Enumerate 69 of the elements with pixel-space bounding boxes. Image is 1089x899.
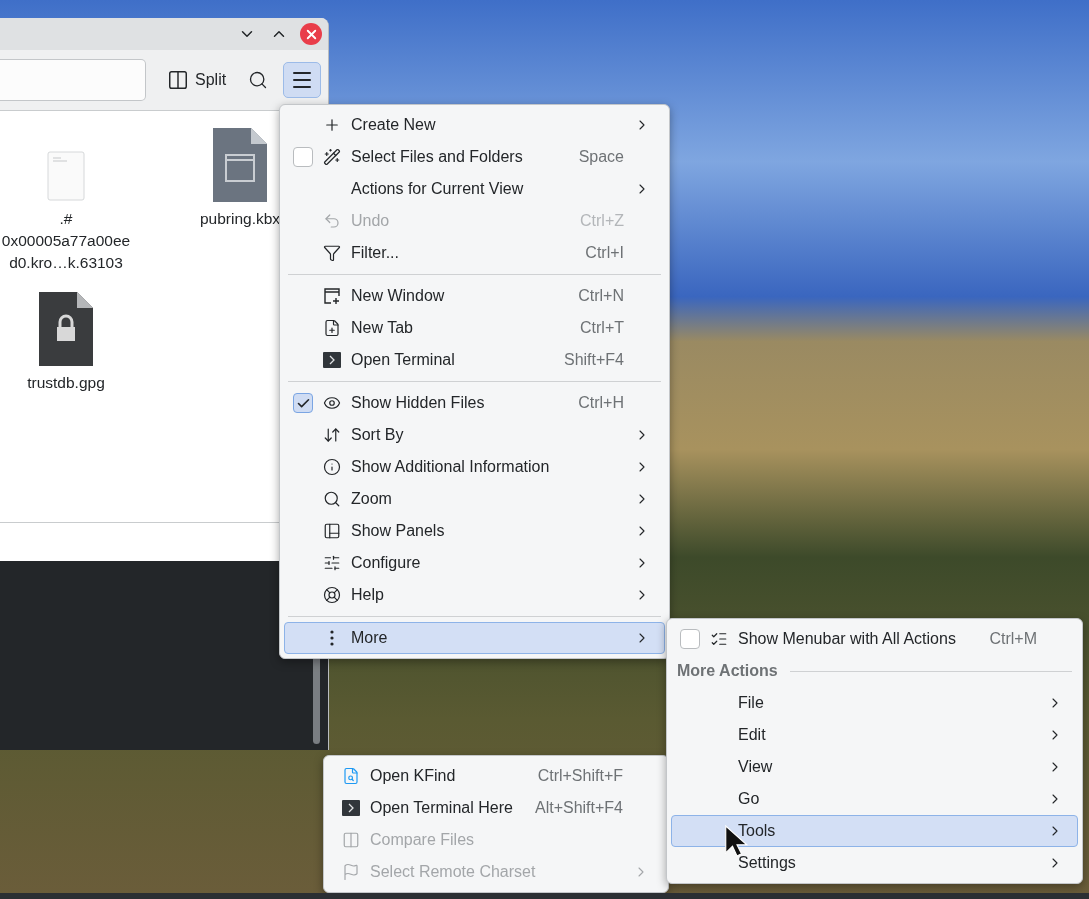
shortcut-label: Ctrl+I (585, 244, 624, 262)
zoom-icon (323, 490, 341, 508)
shortcut-label: Alt+Shift+F4 (534, 799, 623, 817)
search-icon (248, 70, 269, 90)
shortcut-label: Shift+F4 (563, 351, 624, 369)
menu-item[interactable]: Filter... Ctrl+I (284, 237, 665, 269)
funnel-icon (323, 244, 341, 262)
checkbox[interactable] (293, 393, 313, 413)
tab-plus-icon (323, 319, 341, 337)
menu-item[interactable]: Show Menubar with All Actions Ctrl+M (671, 623, 1078, 655)
menu-item[interactable]: Actions for Current View (284, 173, 665, 205)
close-button[interactable] (300, 23, 322, 45)
locked-file-icon (37, 292, 95, 366)
shortcut-label: Ctrl+N (578, 287, 624, 305)
terminal-icon (342, 799, 360, 817)
dots-icon (330, 630, 334, 646)
menu-item[interactable]: Open Terminal Here Alt+Shift+F4 (328, 792, 664, 824)
unknown-file-icon (211, 128, 269, 202)
menu-item[interactable]: Show Hidden Files Ctrl+H (284, 387, 665, 419)
sort-icon (323, 426, 341, 444)
menu-item[interactable]: Edit (671, 719, 1078, 751)
window-plus-icon (323, 287, 341, 305)
location-field[interactable] (0, 59, 146, 101)
checkbox[interactable] (293, 147, 313, 167)
shortcut-label: Ctrl+M (989, 630, 1037, 648)
menu-item[interactable]: Go (671, 783, 1078, 815)
menu-item[interactable]: Show Additional Information (284, 451, 665, 483)
menu-item[interactable]: Configure (284, 547, 665, 579)
menu-item[interactable]: File (671, 687, 1078, 719)
plus-icon (323, 116, 341, 134)
shortcut-label: Ctrl+Z (580, 212, 624, 230)
menu-item[interactable]: Create New (284, 109, 665, 141)
menu-item[interactable]: Open KFind Ctrl+Shift+F (328, 760, 664, 792)
lifebuoy-icon (323, 586, 341, 604)
menu-item[interactable]: Settings (671, 847, 1078, 879)
info-icon (323, 458, 341, 476)
menu-item[interactable]: Zoom (284, 483, 665, 515)
list-checks-icon (710, 630, 728, 648)
eye-icon (323, 394, 341, 412)
sliders-icon (323, 554, 341, 572)
undo-icon (323, 212, 341, 230)
flag-icon (342, 863, 360, 881)
menu-button[interactable] (283, 62, 322, 98)
columns-icon (167, 69, 189, 91)
shortcut-label: Space (578, 148, 624, 166)
menu-item[interactable]: Tools (671, 815, 1078, 847)
split-button[interactable]: Split (160, 62, 234, 98)
menu-item[interactable]: Help (284, 579, 665, 611)
file-name[interactable]: pubring.kbx (199, 208, 281, 230)
menu-item[interactable]: New Window Ctrl+N (284, 280, 665, 312)
shortcut-label: Ctrl+H (578, 394, 624, 412)
file-name[interactable]: .# 0x00005a77a00ee d0.kro…k.63103 (1, 208, 131, 274)
file-name[interactable]: trustdb.gpg (27, 372, 105, 394)
menu-item[interactable]: Sort By (284, 419, 665, 451)
menu-item[interactable]: View (671, 751, 1078, 783)
checkbox[interactable] (680, 629, 700, 649)
compare-icon (342, 831, 360, 849)
section-header: More Actions (677, 662, 778, 680)
menu-item[interactable]: More (284, 622, 665, 654)
menu-item[interactable]: Show Panels (284, 515, 665, 547)
terminal-icon (323, 351, 341, 369)
panels-icon (323, 522, 341, 540)
shortcut-label: Ctrl+Shift+F (537, 767, 623, 785)
menu-item[interactable]: Open Terminal Shift+F4 (284, 344, 665, 376)
menu-item[interactable]: New Tab Ctrl+T (284, 312, 665, 344)
file-search-icon (342, 767, 360, 785)
shortcut-label: Ctrl+T (580, 319, 624, 337)
wand-icon (323, 148, 341, 166)
menu-item[interactable]: Select Files and Folders Space (284, 141, 665, 173)
